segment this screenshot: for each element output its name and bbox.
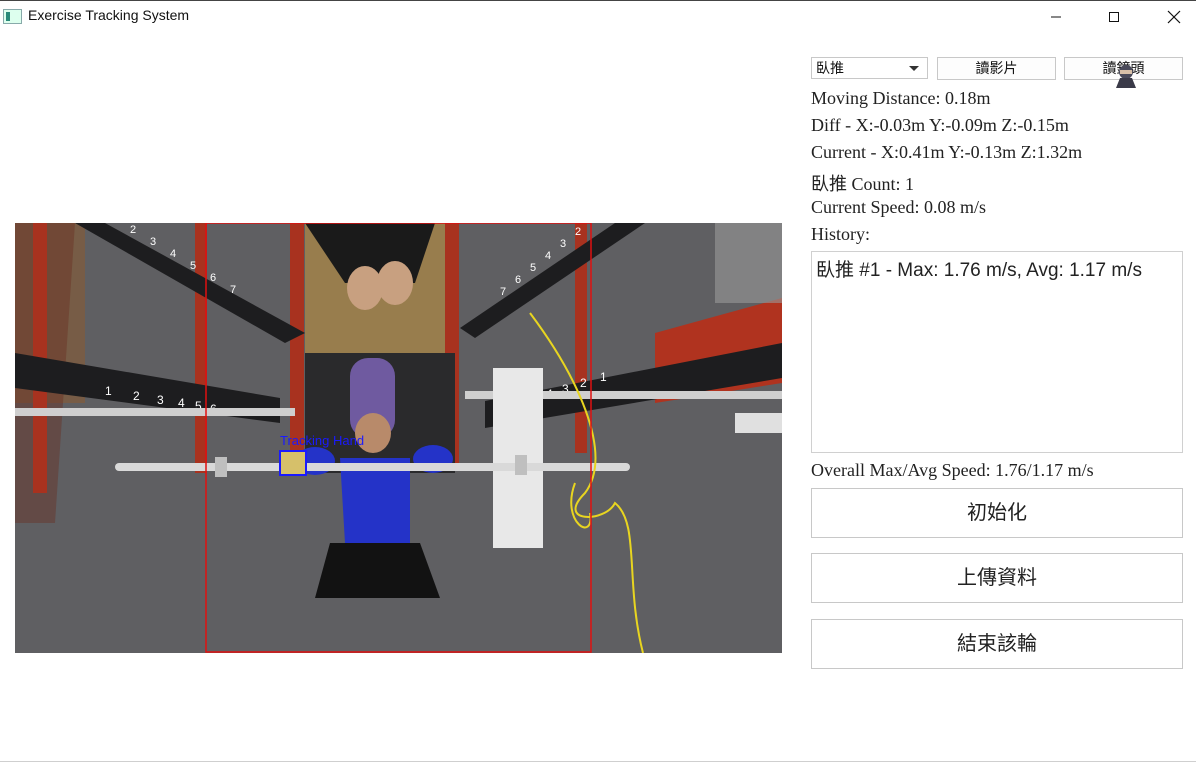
init-button[interactable]: 初始化 <box>811 488 1183 538</box>
svg-text:4: 4 <box>545 250 551 262</box>
rep-count: 臥推 Count: 1 <box>811 174 915 194</box>
chevron-down-icon <box>909 66 919 71</box>
tracking-hand-box <box>279 450 307 476</box>
current-speed: Current Speed: 0.08 m/s <box>811 197 986 217</box>
svg-text:4: 4 <box>178 396 185 410</box>
svg-text:3: 3 <box>560 238 566 250</box>
svg-text:7: 7 <box>230 284 236 296</box>
svg-text:2: 2 <box>130 224 136 236</box>
close-button[interactable] <box>1145 1 1196 32</box>
ninja-cursor-icon <box>1116 65 1136 88</box>
svg-text:6: 6 <box>515 274 521 286</box>
svg-text:6: 6 <box>210 272 216 284</box>
read-video-button[interactable]: 讀影片 <box>937 57 1056 80</box>
overall-speed: Overall Max/Avg Speed: 1.76/1.17 m/s <box>811 460 1094 480</box>
moving-distance: Moving Distance: 0.18m <box>811 88 991 108</box>
list-item: 臥推 #1 - Max: 1.76 m/s, Avg: 1.17 m/s <box>816 260 1142 281</box>
svg-text:2: 2 <box>575 226 581 238</box>
video-feed: 1 2 3 4 5 6 1 2 3 4 5 6 2 3 4 5 6 7 2 3 … <box>15 223 782 653</box>
svg-text:5: 5 <box>190 260 196 272</box>
minimize-button[interactable] <box>1027 1 1085 32</box>
svg-text:7: 7 <box>500 286 506 298</box>
upload-data-button[interactable]: 上傳資料 <box>811 553 1183 603</box>
exercise-select[interactable]: 臥推 <box>811 57 928 79</box>
svg-text:2: 2 <box>133 389 140 403</box>
svg-text:1: 1 <box>600 370 607 384</box>
exercise-select-value: 臥推 <box>816 60 844 76</box>
minimize-icon <box>1051 16 1061 17</box>
tracking-hand-label: Tracking Hand <box>280 433 364 448</box>
svg-text:2: 2 <box>580 376 587 390</box>
svg-text:3: 3 <box>150 236 156 248</box>
svg-text:4: 4 <box>170 248 176 260</box>
diff-readout: Diff - X:-0.03m Y:-0.09m Z:-0.15m <box>811 115 1069 135</box>
bottom-divider <box>0 761 1196 762</box>
window-title: Exercise Tracking System <box>28 7 190 23</box>
history-label: History: <box>811 224 871 244</box>
maximize-button[interactable] <box>1085 1 1143 32</box>
svg-text:1: 1 <box>105 384 112 398</box>
svg-text:5: 5 <box>530 262 536 274</box>
video-frame: 1 2 3 4 5 6 1 2 3 4 5 6 2 3 4 5 6 7 2 3 … <box>15 223 782 653</box>
app-icon <box>3 9 22 24</box>
current-position: Current - X:0.41m Y:-0.13m Z:1.32m <box>811 142 1083 162</box>
title-bar: Exercise Tracking System <box>0 0 1196 32</box>
maximize-icon <box>1109 11 1119 22</box>
end-round-button[interactable]: 結束該輪 <box>811 619 1183 669</box>
svg-text:3: 3 <box>157 393 164 407</box>
history-list[interactable]: 臥推 #1 - Max: 1.76 m/s, Avg: 1.17 m/s <box>811 251 1183 453</box>
close-icon <box>1167 10 1181 23</box>
